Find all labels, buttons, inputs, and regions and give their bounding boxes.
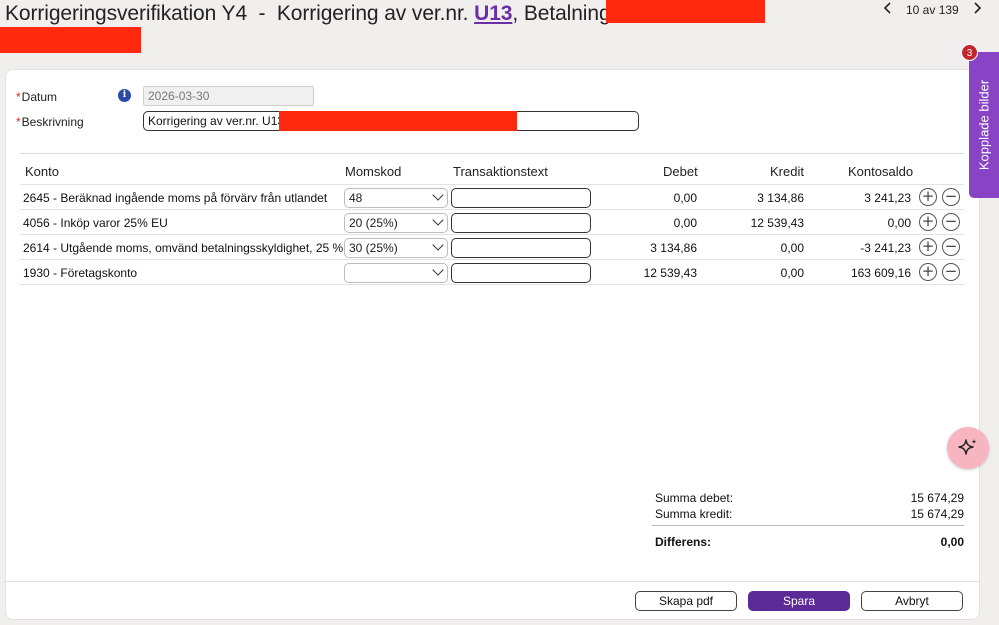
row-debet: 0,00 <box>673 216 697 230</box>
row-debet: 3 134,86 <box>650 241 697 255</box>
sparkle-icon <box>958 439 977 455</box>
col-header-momskod: Momskod <box>345 164 402 179</box>
table-row: 2614 - Utgående moms, omvänd betalningss… <box>20 235 964 260</box>
spara-button[interactable]: Spara <box>748 591 850 611</box>
row-kontosaldo: 3 241,23 <box>864 191 911 205</box>
datum-label: *Datum <box>16 90 58 104</box>
title-prefix: Korrigeringsverifikation Y4 - Korrigerin… <box>5 2 475 25</box>
row-debet: 12 539,43 <box>643 266 697 280</box>
row-kredit: 0,00 <box>780 266 804 280</box>
row-kontosaldo: 163 609,16 <box>850 266 911 280</box>
col-header-kontosaldo: Kontosaldo <box>848 164 914 179</box>
page-header: Korrigeringsverifikation Y4 - Korrigerin… <box>0 0 999 68</box>
minus-circle-icon[interactable]: − <box>942 213 960 231</box>
voucher-link[interactable]: U13 <box>474 2 512 25</box>
pager: 10 av 139 <box>878 0 987 20</box>
chevron-down-icon <box>432 264 444 276</box>
summa-kredit-value: 15 674,29 <box>910 507 964 521</box>
page-title: Korrigeringsverifikation Y4 - Korrigerin… <box>5 2 636 26</box>
transaktionstext-input[interactable] <box>451 263 591 283</box>
chevron-right-icon[interactable] <box>967 1 987 19</box>
col-header-debet: Debet <box>663 164 698 179</box>
momskod-select[interactable]: 30 (25%) <box>344 238 448 258</box>
table-row: 1930 - Företagskonto 12 539,43 0,00 163 … <box>20 260 964 285</box>
minus-circle-icon[interactable]: − <box>942 263 960 281</box>
row-kredit: 0,00 <box>780 241 804 255</box>
chevron-left-icon[interactable] <box>878 1 898 19</box>
row-kredit: 3 134,86 <box>757 191 804 205</box>
skapa-pdf-button[interactable]: Skapa pdf <box>635 591 737 611</box>
table-row: 4056 - Inköp varor 25% EU 20 (25%) 0,00 … <box>20 210 964 235</box>
summa-debet-label: Summa debet: <box>655 491 734 505</box>
row-kontosaldo: 0,00 <box>887 216 911 230</box>
col-header-konto: Konto <box>25 164 59 179</box>
summary-divider <box>652 525 964 526</box>
row-kontosaldo: -3 241,23 <box>860 241 911 255</box>
differens-value: 0,00 <box>940 535 964 549</box>
plus-circle-icon[interactable]: + <box>919 238 937 256</box>
transaktionstext-input[interactable] <box>451 188 591 208</box>
plus-circle-icon[interactable]: + <box>919 188 937 206</box>
minus-circle-icon[interactable]: − <box>942 188 960 206</box>
row-debet: 0,00 <box>673 191 697 205</box>
row-konto: 2614 - Utgående moms, omvänd betalningss… <box>23 241 344 255</box>
avbryt-button[interactable]: Avbryt <box>861 591 963 611</box>
momskod-select[interactable]: 48 <box>344 188 448 208</box>
col-header-transaktionstext: Transaktionstext <box>453 164 548 179</box>
chevron-down-icon <box>432 214 444 226</box>
kopplade-bilder-badge: 3 <box>961 44 978 61</box>
summa-debet-value: 15 674,29 <box>910 491 964 505</box>
col-header-kredit: Kredit <box>770 164 804 179</box>
redacted-block <box>279 111 517 131</box>
minus-circle-icon[interactable]: − <box>942 238 960 256</box>
row-kredit: 12 539,43 <box>750 216 804 230</box>
plus-circle-icon[interactable]: + <box>919 213 937 231</box>
row-konto: 4056 - Inköp varor 25% EU <box>23 216 168 230</box>
redacted-block <box>0 27 141 53</box>
footer-divider <box>5 581 980 582</box>
redacted-block <box>606 0 765 23</box>
transaktionstext-input[interactable] <box>451 213 591 233</box>
summa-kredit-label: Summa kredit: <box>655 507 733 521</box>
row-konto: 1930 - Företagskonto <box>23 266 138 280</box>
momskod-select[interactable] <box>344 263 448 283</box>
plus-circle-icon[interactable]: + <box>919 263 937 281</box>
info-icon[interactable]: i <box>118 89 131 102</box>
ai-assistant-button[interactable] <box>947 427 989 469</box>
pager-count: 10 av 139 <box>906 3 959 17</box>
kopplade-bilder-tab[interactable]: Kopplade bilder <box>969 52 999 198</box>
differens-label: Differens: <box>655 535 712 549</box>
datum-input[interactable]: 2026-03-30 <box>143 86 314 106</box>
form-divider <box>20 153 964 154</box>
voucher-card <box>5 69 980 620</box>
kopplade-bilder-label: Kopplade bilder <box>976 79 992 171</box>
row-konto: 2645 - Beräknad ingående moms på förvärv… <box>23 191 328 205</box>
chevron-down-icon <box>432 189 444 201</box>
beskrivning-label: *Beskrivning <box>16 115 84 129</box>
momskod-select[interactable]: 20 (25%) <box>344 213 448 233</box>
transaktionstext-input[interactable] <box>451 238 591 258</box>
table-row: 2645 - Beräknad ingående moms på förvärv… <box>20 185 964 210</box>
chevron-down-icon <box>432 239 444 251</box>
